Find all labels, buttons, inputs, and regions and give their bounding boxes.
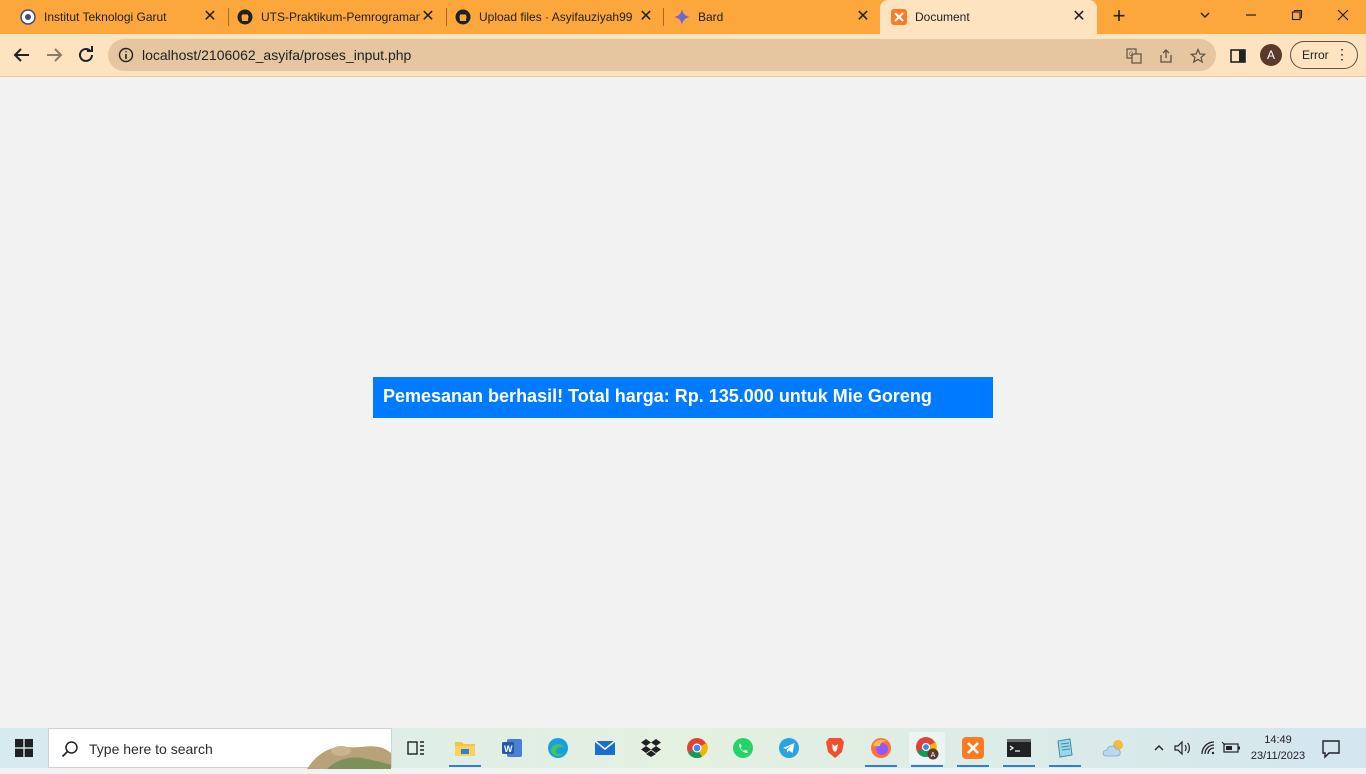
tab-label: Upload files · Asyifauziyah99 bbox=[479, 10, 633, 24]
share-icon[interactable] bbox=[1157, 47, 1175, 65]
chrome-icon[interactable] bbox=[679, 732, 715, 764]
windows-logo-icon bbox=[15, 739, 33, 757]
error-label: Error bbox=[1302, 48, 1329, 62]
chrome-profile-icon[interactable]: A bbox=[909, 732, 945, 767]
error-button[interactable]: Error ⋮ bbox=[1290, 41, 1358, 69]
tab-uts-praktikum[interactable]: UTS-Praktikum-Pemrograman ✕ bbox=[229, 0, 446, 34]
close-icon[interactable]: ✕ bbox=[638, 9, 654, 25]
url-text[interactable]: localhost/2106062_asyifa/proses_input.ph… bbox=[142, 47, 411, 63]
tab-bard[interactable]: Bard ✕ bbox=[664, 0, 881, 34]
whatsapp-icon[interactable] bbox=[725, 732, 761, 764]
system-clock[interactable]: 14:49 23/11/2023 bbox=[1246, 732, 1310, 764]
battery-icon[interactable] bbox=[1220, 728, 1242, 768]
github-icon bbox=[237, 9, 253, 25]
start-button[interactable] bbox=[0, 728, 48, 768]
search-highlight-illustration-icon bbox=[307, 733, 391, 769]
tray-chevron-up-icon[interactable] bbox=[1150, 728, 1168, 768]
browser-toolbar: localhost/2106062_asyifa/proses_input.ph… bbox=[0, 34, 1366, 77]
notepad-icon[interactable] bbox=[1047, 732, 1083, 767]
clock-time: 14:49 bbox=[1264, 734, 1292, 746]
tab-strip: Institut Teknologi Garut ✕ UTS-Praktikum… bbox=[0, 0, 1366, 34]
task-view-icon[interactable] bbox=[398, 732, 434, 764]
page-content: Pemesanan berhasil! Total harga: Rp. 135… bbox=[0, 77, 1366, 728]
bookmark-star-icon[interactable] bbox=[1189, 47, 1207, 65]
firefox-icon[interactable] bbox=[863, 732, 899, 767]
forward-button[interactable] bbox=[42, 43, 66, 67]
tab-label: Institut Teknologi Garut bbox=[44, 10, 167, 24]
reload-icon bbox=[79, 46, 93, 62]
itg-logo-icon bbox=[20, 9, 36, 25]
minimize-icon[interactable] bbox=[1228, 0, 1274, 30]
volume-icon[interactable] bbox=[1172, 728, 1192, 768]
close-icon[interactable]: ✕ bbox=[202, 9, 218, 25]
taskbar-search[interactable]: Type here to search bbox=[48, 728, 392, 769]
dropbox-icon[interactable] bbox=[633, 732, 669, 764]
wifi-icon[interactable] bbox=[1198, 728, 1218, 768]
tab-label: Document bbox=[915, 10, 970, 24]
menu-dots-icon[interactable]: ⋮ bbox=[1335, 47, 1349, 61]
weather-icon[interactable] bbox=[1100, 728, 1130, 768]
tab-institut-teknologi-garut[interactable]: Institut Teknologi Garut ✕ bbox=[0, 0, 228, 34]
tab-document[interactable]: Document ✕ bbox=[880, 0, 1097, 34]
windows-taskbar: Type here to search W A 14:49 23/11/2023 bbox=[0, 728, 1366, 769]
restore-icon[interactable] bbox=[1274, 0, 1320, 30]
profile-avatar[interactable]: A bbox=[1260, 44, 1282, 66]
tab-search-chevron-icon[interactable] bbox=[1182, 0, 1228, 30]
terminal-icon[interactable] bbox=[1001, 732, 1037, 767]
reload-button[interactable] bbox=[74, 43, 98, 67]
edge-icon[interactable] bbox=[540, 732, 576, 764]
xampp-taskbar-icon[interactable] bbox=[955, 732, 991, 767]
forward-arrow-icon bbox=[47, 48, 63, 62]
close-icon[interactable]: ✕ bbox=[855, 9, 871, 25]
tab-label: UTS-Praktikum-Pemrograman bbox=[261, 10, 420, 24]
search-placeholder: Type here to search bbox=[89, 741, 213, 757]
tab-upload-files[interactable]: Upload files · Asyifauziyah99 ✕ bbox=[447, 0, 664, 34]
xampp-icon bbox=[891, 9, 907, 25]
clock-date: 23/11/2023 bbox=[1250, 750, 1306, 762]
telegram-icon[interactable] bbox=[771, 732, 807, 764]
new-tab-button[interactable]: + bbox=[1106, 5, 1132, 29]
search-icon bbox=[61, 740, 79, 758]
word-icon[interactable]: W bbox=[494, 732, 530, 764]
svg-text:W: W bbox=[504, 744, 513, 754]
svg-text:A: A bbox=[931, 752, 936, 759]
github-icon bbox=[455, 9, 471, 25]
back-arrow-icon bbox=[13, 48, 29, 62]
close-icon[interactable]: ✕ bbox=[1071, 9, 1087, 25]
back-button[interactable] bbox=[10, 43, 34, 67]
address-bar[interactable]: localhost/2106062_asyifa/proses_input.ph… bbox=[108, 39, 1216, 71]
translate-icon[interactable]: G bbox=[1125, 47, 1143, 65]
site-info-icon[interactable] bbox=[118, 47, 134, 63]
side-panel-icon[interactable] bbox=[1229, 47, 1247, 65]
mail-icon[interactable] bbox=[587, 732, 623, 764]
brave-icon[interactable] bbox=[817, 732, 853, 764]
svg-text:G: G bbox=[1129, 52, 1134, 58]
notification-center-icon[interactable] bbox=[1320, 738, 1342, 760]
close-icon[interactable]: ✕ bbox=[420, 9, 436, 25]
window-close-icon[interactable] bbox=[1320, 0, 1366, 30]
success-message: Pemesanan berhasil! Total harga: Rp. 135… bbox=[373, 377, 993, 418]
tab-label: Bard bbox=[698, 10, 724, 24]
bard-sparkle-icon bbox=[674, 9, 690, 25]
file-explorer-icon[interactable] bbox=[447, 732, 483, 767]
